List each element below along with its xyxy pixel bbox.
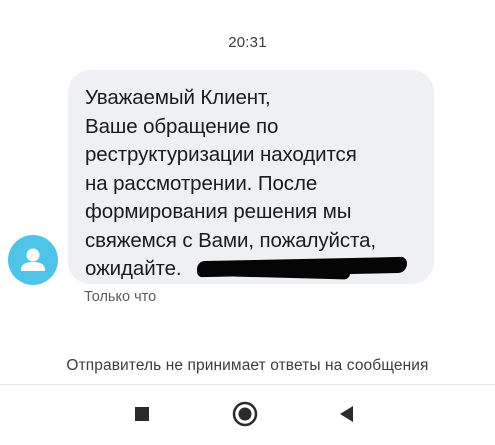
messages-screen: 20:31 Уважаемый Клиент, Ваше обращение п… <box>0 0 495 445</box>
message-bubble[interactable]: Уважаемый Клиент, Ваше обращение по рест… <box>68 70 434 284</box>
sender-avatar[interactable] <box>8 235 58 285</box>
circle-home-icon <box>232 401 258 427</box>
triangle-back-icon <box>340 406 353 422</box>
person-icon <box>21 248 45 271</box>
square-icon <box>135 407 149 421</box>
no-reply-notice: Отправитель не принимает ответы на сообщ… <box>66 357 429 374</box>
recents-button[interactable] <box>127 399 157 429</box>
message-sent-status: Только что <box>84 289 157 305</box>
home-button[interactable] <box>230 399 260 429</box>
back-button[interactable] <box>332 399 362 429</box>
message-text: Уважаемый Клиент, Ваше обращение по рест… <box>85 86 376 280</box>
message-timestamp: 20:31 <box>228 34 267 51</box>
navigation-bar <box>0 385 495 445</box>
